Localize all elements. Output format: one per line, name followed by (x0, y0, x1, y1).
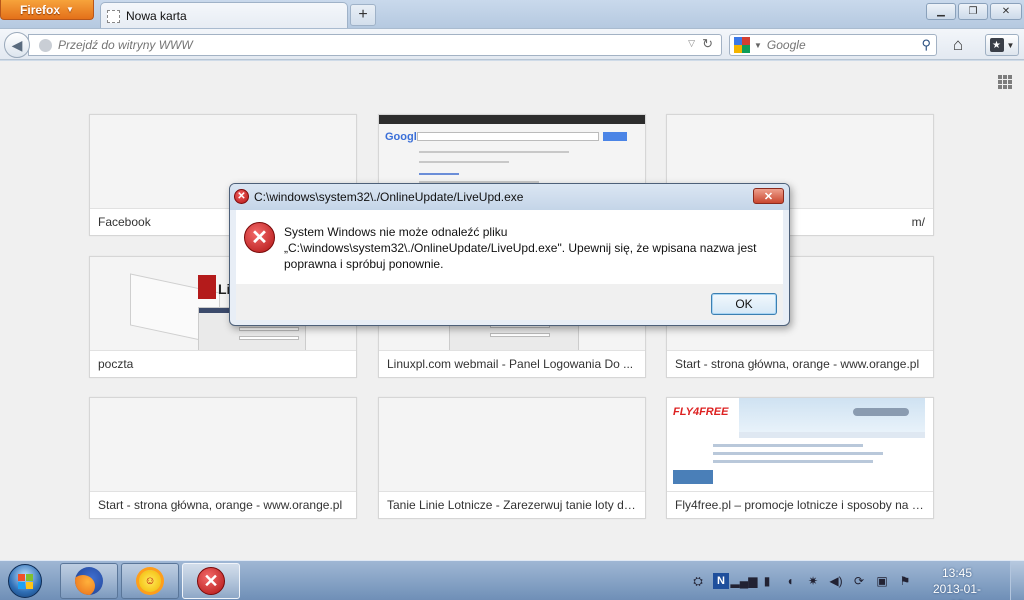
blank-page-icon (107, 9, 120, 23)
clock-time: 13:45 (941, 566, 973, 580)
tile-thumbnail (379, 398, 645, 492)
taskbar-firefox[interactable] (60, 563, 118, 599)
n-icon[interactable]: N (713, 573, 729, 589)
fly4free-header (739, 398, 925, 432)
fly4free-logo: FLY4FREE (673, 406, 729, 418)
result-line (419, 173, 459, 175)
clock-date: 2013-01-12 (932, 582, 982, 600)
battery-icon[interactable]: ▮ (759, 573, 775, 589)
sun-icon: ☺ (139, 570, 161, 592)
search-input[interactable] (766, 38, 917, 52)
home-icon: ⌂ (952, 35, 964, 54)
dialog-close-button[interactable]: ✕ (753, 188, 784, 204)
back-button[interactable]: ◀ (4, 32, 30, 58)
system-tray: ⛭ N ▂▄▆ ▮ ◖ ✷ ◀) ⟳ ▣ ⚑ (690, 567, 913, 595)
gear-icon[interactable]: ✷ (805, 573, 821, 589)
tile-fly4free[interactable]: FLY4FREE Fly4free.pl – promocje lotnicze… (666, 397, 934, 519)
update-icon[interactable]: ⟳ (851, 573, 867, 589)
dialog-titlebar: ✕ C:\windows\system32\./OnlineUpdate/Liv… (230, 184, 789, 210)
bookmarks-button[interactable]: ★ ▼ (985, 34, 1019, 56)
chevron-down-icon: ▼ (1006, 40, 1015, 50)
tile-title: Linuxpl.com webmail - Panel Logowania Do… (379, 350, 645, 377)
signal-icon[interactable]: ▂▄▆ (731, 573, 758, 589)
ok-button[interactable]: OK (711, 293, 777, 315)
error-icon: ✕ (234, 189, 249, 204)
error-dialog: ✕ C:\windows\system32\./OnlineUpdate/Liv… (229, 183, 790, 326)
close-icon: ✕ (1001, 6, 1011, 17)
text-line (713, 460, 873, 463)
firefox-icon (75, 567, 103, 595)
google-topbar (379, 115, 645, 124)
search-icon[interactable]: ⚲ (921, 37, 931, 53)
firefox-menu-label: Firefox (20, 2, 61, 17)
monitor-icon[interactable]: ▣ (874, 573, 890, 589)
result-line (419, 161, 509, 163)
chevron-down-icon: ▼ (66, 5, 74, 14)
tab-new-tab[interactable]: Nowa karta (100, 2, 348, 29)
tab-label: Nowa karta (126, 9, 187, 23)
error-icon: ✕ (244, 222, 275, 253)
tile-thumbnail: FLY4FREE (667, 398, 933, 492)
star-icon: ★ (989, 38, 1004, 52)
dialog-footer: OK (236, 284, 783, 320)
firefox-menu-button[interactable]: Firefox ▼ (0, 0, 94, 20)
google-search-box (417, 132, 599, 141)
home-button[interactable]: ⌂ (946, 35, 970, 55)
minimize-icon: ▁ (937, 6, 945, 17)
tile-title: Start - strona główna, orange - www.oran… (667, 350, 933, 377)
url-input[interactable] (58, 38, 658, 52)
tile-tanie-linie[interactable]: Tanie Linie Lotnicze - Zarezerwuj tanie … (378, 397, 646, 519)
volume-icon[interactable]: ◀) (828, 573, 844, 589)
error-icon: ✕ (197, 567, 225, 595)
result-line (419, 151, 569, 153)
engine-dropdown-icon[interactable]: ▼ (754, 41, 762, 50)
dialog-message: System Windows nie może odnaleźć pliku „… (284, 224, 770, 272)
network-icon[interactable]: ⛭ (690, 573, 706, 589)
dialog-body: ✕ System Windows nie może odnaleźć pliku… (236, 210, 783, 284)
maximize-button[interactable]: ❐ (958, 3, 988, 20)
clock[interactable]: 13:45 2013-01-12 (930, 565, 984, 600)
grid-toggle-icon[interactable] (998, 75, 1012, 89)
minimize-button[interactable]: ▁ (926, 3, 956, 20)
dialog-title: C:\windows\system32\./OnlineUpdate/LiveU… (254, 190, 524, 204)
tile-title: Fly4free.pl – promocje lotnicze i sposob… (667, 491, 933, 518)
tile-title: Tanie Linie Lotnicze - Zarezerwuj tanie … (379, 491, 645, 518)
history-dropdown-icon[interactable]: ▽ (688, 38, 695, 49)
arrow-left-icon: ◀ (11, 36, 23, 53)
close-icon: ✕ (763, 190, 774, 203)
new-tab-button[interactable]: + (350, 4, 376, 26)
message-line: System Windows nie może odnaleźć pliku (284, 225, 508, 239)
tile-orange-2[interactable]: Start - strona główna, orange - www.oran… (89, 397, 357, 519)
flag-icon[interactable]: ⚑ (897, 573, 913, 589)
google-search-button (603, 132, 627, 141)
browser-titlebar: Firefox ▼ Nowa karta + ▁ ❐ ✕ (0, 0, 1024, 29)
restore-icon: ❐ (968, 6, 978, 17)
message-line: poprawna i spróbuj ponownie. (284, 257, 444, 271)
plus-icon: + (358, 6, 368, 23)
text-line (713, 444, 863, 447)
tile-title: poczta (90, 350, 356, 377)
linuxpl-logo (198, 275, 216, 299)
tile-title: Start - strona główna, orange - www.oran… (90, 491, 356, 518)
google-icon[interactable] (734, 37, 750, 53)
message-line: „C:\windows\system32\./OnlineUpdate/Live… (284, 241, 757, 255)
windows-logo-icon (8, 564, 42, 598)
fly4free-tabs (739, 432, 925, 438)
tile-thumbnail (90, 398, 356, 492)
navigation-toolbar: ◀ ▽ ↻ ▼ ⚲ ⌂ ★ ▼ (0, 28, 1024, 60)
globe-icon (39, 38, 52, 52)
url-bar[interactable]: ▽ ↻ (28, 34, 722, 56)
show-desktop-button[interactable] (1010, 561, 1024, 600)
taskbar-sun-app[interactable]: ☺ (121, 563, 179, 599)
speaker-icon[interactable]: ◖ (782, 573, 798, 589)
reload-icon[interactable]: ↻ (702, 36, 713, 52)
text-line (713, 452, 883, 455)
window-close-button[interactable]: ✕ (990, 3, 1022, 20)
fly4free-sidebar (673, 470, 713, 484)
taskbar-error-dialog[interactable]: ✕ (182, 563, 240, 599)
start-button[interactable] (2, 562, 48, 600)
taskbar: ☺ ✕ ⛭ N ▂▄▆ ▮ ◖ ✷ ◀) ⟳ ▣ ⚑ 13:45 2013-01… (0, 560, 1024, 600)
search-bar[interactable]: ▼ ⚲ (729, 34, 937, 56)
